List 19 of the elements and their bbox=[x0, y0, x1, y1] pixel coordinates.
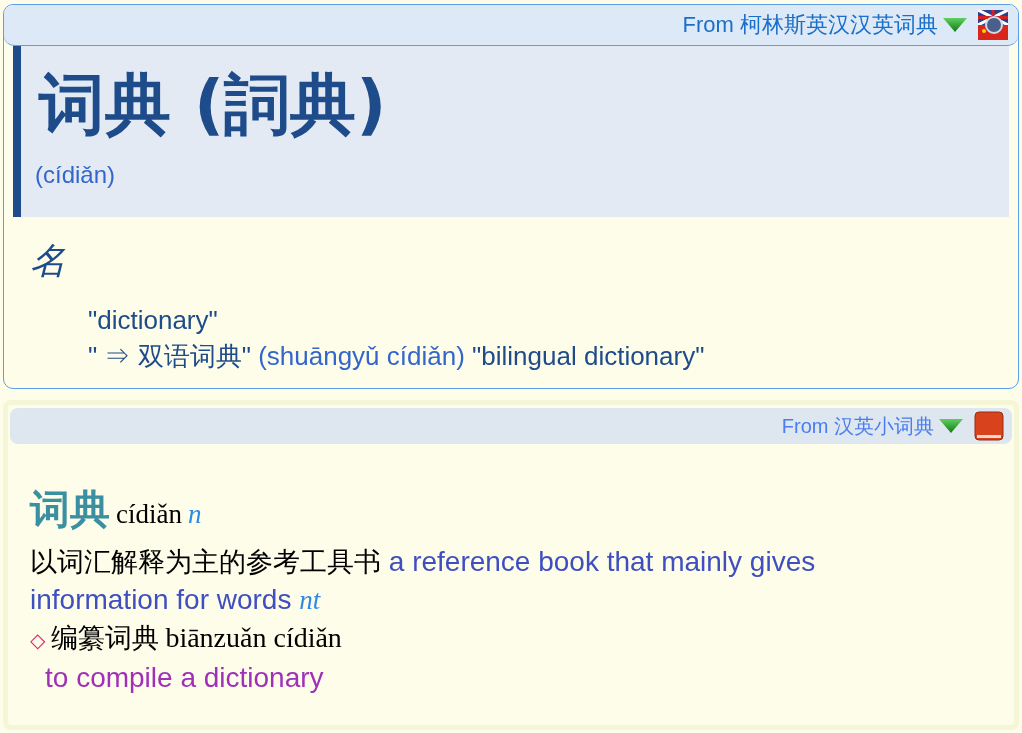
part-of-speech: n bbox=[188, 499, 202, 530]
headword: 词典 bbox=[30, 485, 110, 534]
example-translation: to compile a dictionary bbox=[45, 661, 325, 695]
definition: "dictionary" bbox=[88, 304, 219, 337]
caret-icon[interactable] bbox=[942, 17, 968, 33]
example-pinyin: biānzuǎn cídiǎn bbox=[165, 621, 342, 655]
pinyin: (cídiǎn) bbox=[35, 160, 117, 189]
source-label[interactable]: From 汉英小词典 bbox=[781, 412, 934, 440]
pinyin: cídiǎn bbox=[116, 499, 182, 530]
example-phrase: 编纂词典 bbox=[51, 621, 160, 655]
example-marker: ◇ bbox=[30, 627, 46, 654]
part-of-speech: 名 bbox=[30, 240, 67, 283]
caret-icon[interactable] bbox=[938, 418, 964, 434]
flag-icon[interactable] bbox=[978, 10, 1008, 40]
source-label[interactable]: From 柯林斯英汉汉英词典 bbox=[682, 10, 938, 40]
definition: " ⇒ 双语词典" (shuāngyǔ cídiǎn) "bilingual dictionary" bbox=[88, 340, 706, 373]
book-icon[interactable] bbox=[974, 411, 1004, 441]
headword: 词典 (詞典) bbox=[39, 65, 388, 145]
definition: 以词汇解释为主的参考工具书 a reference book that mainly gives information for words nt bbox=[30, 545, 817, 617]
